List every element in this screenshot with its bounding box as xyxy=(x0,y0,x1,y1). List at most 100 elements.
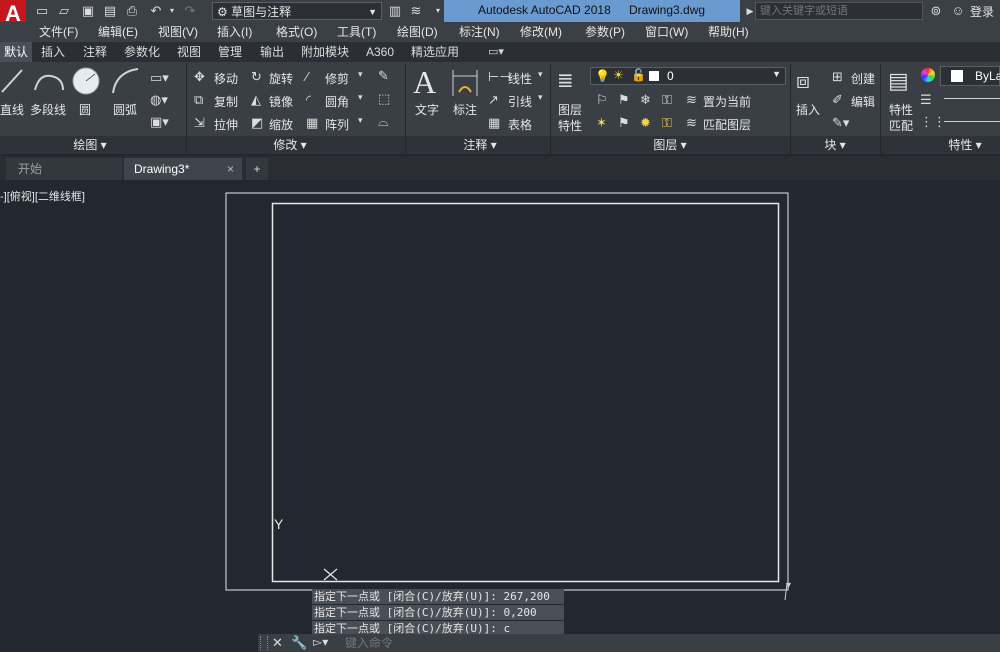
trim-dropdown-icon[interactable]: ▾ xyxy=(358,69,363,80)
linetype-icon[interactable]: ⋮⋮ xyxy=(920,114,946,130)
block-attributes-icon[interactable]: ✎▾ xyxy=(832,115,849,131)
tab-output[interactable]: 输出 xyxy=(260,42,284,62)
insert-block-icon[interactable]: ⧈ xyxy=(796,68,810,94)
match-layer-icon[interactable]: ≋ xyxy=(686,115,697,131)
make-current-button[interactable]: 置为当前 xyxy=(703,93,751,110)
draw-panel-title[interactable]: 绘图 ▾ xyxy=(40,136,140,154)
trim-button[interactable]: 修剪 xyxy=(325,70,349,87)
annotation-panel-title[interactable]: 注释 ▾ xyxy=(440,136,520,154)
layer-dropdown[interactable]: 💡 ☀ 🔓 0 ▼ xyxy=(590,67,786,85)
layer-icon[interactable]: ≋ xyxy=(408,3,424,19)
line-button-label[interactable]: 直线 xyxy=(0,101,24,118)
login-button[interactable]: 登录 xyxy=(970,3,994,20)
linetype-dropdown[interactable] xyxy=(944,121,1000,122)
layer-freeze-icon[interactable]: ❄ xyxy=(640,92,651,108)
search-input[interactable] xyxy=(755,2,923,20)
rotate-button[interactable]: 旋转 xyxy=(269,70,293,87)
fillet-icon[interactable]: ◜ xyxy=(306,92,311,108)
layer-unisolate-icon[interactable]: ⚑ xyxy=(618,115,630,131)
array-icon[interactable]: ▦ xyxy=(306,115,318,131)
layer-thaw-icon[interactable]: ✹ xyxy=(640,115,651,131)
move-button[interactable]: 移动 xyxy=(214,70,238,87)
erase-icon[interactable]: ✎ xyxy=(378,68,389,84)
insert-block-label[interactable]: 插入 xyxy=(796,101,820,118)
wrench-icon[interactable]: 🔧 xyxy=(291,635,307,651)
undo-dropdown-icon[interactable]: ▾ xyxy=(164,3,180,19)
array-dropdown-icon[interactable]: ▾ xyxy=(358,115,363,126)
layer-properties-label-1[interactable]: 图层 xyxy=(558,101,582,118)
menu-parametric[interactable]: 参数(P) xyxy=(585,22,625,42)
trim-icon[interactable]: ⁄ xyxy=(306,69,308,84)
modify-panel-title[interactable]: 修改 ▾ xyxy=(250,136,330,154)
menu-window[interactable]: 窗口(W) xyxy=(645,22,688,42)
explode-icon[interactable]: ⬚ xyxy=(378,91,390,107)
menu-view[interactable]: 视图(V) xyxy=(158,22,198,42)
drag-handle-icon[interactable] xyxy=(260,636,268,650)
close-command-icon[interactable]: ✕ xyxy=(272,635,283,651)
layer-properties-label-2[interactable]: 特性 xyxy=(558,117,582,134)
circle-icon[interactable] xyxy=(71,66,101,96)
tab-manage[interactable]: 管理 xyxy=(218,42,242,62)
edit-block-icon[interactable]: ✐ xyxy=(832,92,843,108)
tab-insert[interactable]: 插入 xyxy=(41,42,65,62)
tab-view[interactable]: 视图 xyxy=(177,42,201,62)
linear-dropdown-icon[interactable]: ▾ xyxy=(538,69,543,80)
edit-block-button[interactable]: 编辑 xyxy=(851,93,875,110)
stretch-icon[interactable]: ⇲ xyxy=(194,115,205,131)
fillet-button[interactable]: 圆角 xyxy=(325,93,349,110)
move-icon[interactable]: ✥ xyxy=(194,69,205,85)
leader-icon[interactable]: ↗ xyxy=(488,92,499,108)
line-icon[interactable] xyxy=(0,66,26,96)
tab-drawing3[interactable]: Drawing3* × xyxy=(124,158,242,180)
menu-file[interactable]: 文件(F) xyxy=(39,22,78,42)
menu-help[interactable]: 帮助(H) xyxy=(708,22,749,42)
ribbon-toggle-icon[interactable]: ▭▾ xyxy=(488,45,512,59)
mirror-icon[interactable]: ◭ xyxy=(251,92,261,108)
tab-start[interactable]: 开始 xyxy=(6,158,122,180)
layer-properties-icon[interactable]: ≣ xyxy=(557,68,574,93)
block-panel-title[interactable]: 块 ▾ xyxy=(795,136,875,154)
leader-button[interactable]: 引线 xyxy=(508,93,532,110)
match-layer-button[interactable]: 匹配图层 xyxy=(703,116,751,133)
undo-icon[interactable]: ↶ xyxy=(148,3,164,19)
layer-isolate-icon[interactable]: ⚑ xyxy=(618,92,630,108)
rotate-icon[interactable]: ↻ xyxy=(251,69,262,85)
leader-dropdown-icon[interactable]: ▾ xyxy=(538,92,543,103)
tab-featured-apps[interactable]: 精选应用 xyxy=(411,42,459,62)
open-folder-icon[interactable]: ▱ xyxy=(56,3,72,19)
match-properties-label-2[interactable]: 匹配 xyxy=(889,117,913,134)
create-block-icon[interactable]: ⊞ xyxy=(832,69,843,85)
text-button-label[interactable]: 文字 xyxy=(415,101,439,118)
fillet-dropdown-icon[interactable]: ▾ xyxy=(358,92,363,103)
copy-icon[interactable]: ⧉ xyxy=(194,92,203,108)
menu-insert[interactable]: 插入(I) xyxy=(217,22,252,42)
save-icon[interactable]: ▣ xyxy=(80,3,96,19)
copy-button[interactable]: 复制 xyxy=(214,93,238,110)
table-icon[interactable]: ▦ xyxy=(488,115,500,131)
layer-unlock-icon[interactable]: ⚿ xyxy=(662,115,672,131)
menu-tools[interactable]: 工具(T) xyxy=(337,22,376,42)
menu-dimension[interactable]: 标注(N) xyxy=(459,22,500,42)
color-wheel-icon[interactable] xyxy=(921,68,935,82)
array-button[interactable]: 阵列 xyxy=(325,116,349,133)
linear-button[interactable]: 线性 xyxy=(508,70,532,87)
scale-icon[interactable]: ◩ xyxy=(251,115,263,131)
lineweight-dropdown[interactable] xyxy=(944,98,1000,99)
new-file-icon[interactable]: ▭ xyxy=(34,3,50,19)
region-icon[interactable]: ▣▾ xyxy=(150,114,169,130)
arc-button-label[interactable]: 圆弧 xyxy=(113,101,137,118)
new-tab-button[interactable]: + xyxy=(246,158,268,180)
polyline-button-label[interactable]: 多段线 xyxy=(30,101,66,118)
arc-icon[interactable] xyxy=(110,66,142,96)
dimension-button-label[interactable]: 标注 xyxy=(453,101,477,118)
hatch-icon[interactable]: ◍▾ xyxy=(150,92,168,108)
binoculars-icon[interactable]: ⊚ xyxy=(928,3,944,19)
save-as-icon[interactable]: ▤ xyxy=(102,3,118,19)
tab-addins[interactable]: 附加模块 xyxy=(301,42,349,62)
text-icon[interactable]: A xyxy=(413,64,436,101)
tab-a360[interactable]: A360 xyxy=(366,42,394,62)
color-dropdown[interactable]: ByLa xyxy=(940,66,1000,86)
tab-default[interactable]: 默认 xyxy=(0,42,33,62)
menu-draw[interactable]: 绘图(D) xyxy=(397,22,438,42)
table-button[interactable]: 表格 xyxy=(508,116,532,133)
